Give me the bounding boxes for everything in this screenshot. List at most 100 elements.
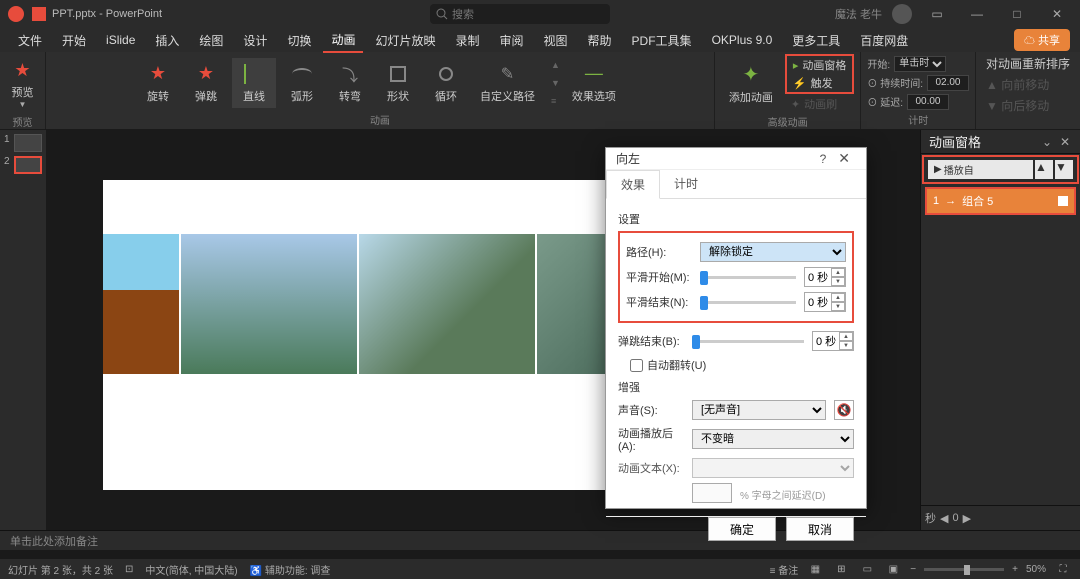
spinner-up[interactable]: ▲ [839,332,853,341]
anim-line[interactable]: 直线 [232,58,276,108]
gallery-more-icon[interactable]: ≡ [551,96,560,106]
turn-icon: ⤵ [338,62,362,86]
bounce-input[interactable] [813,335,839,347]
language-label[interactable]: 中文(简体, 中国大陆) [145,562,237,577]
smooth-end-input[interactable] [805,296,831,308]
anim-turn[interactable]: ⤵转弯 [328,58,372,108]
anim-shape[interactable]: 形状 [376,58,420,108]
menu-view[interactable]: 视图 [536,29,576,52]
sorter-view-icon[interactable]: ⊞ [832,562,850,576]
autoflip-checkbox[interactable] [630,359,643,372]
after-select[interactable]: 不变暗 [692,429,854,449]
spinner-up[interactable]: ▲ [831,293,845,302]
move-forward-button[interactable]: ▲ 向前移动 [982,75,1053,94]
menu-record[interactable]: 录制 [447,29,487,52]
timeline-right-icon[interactable]: ▶ [963,512,971,525]
maximize-button[interactable]: □ [1002,2,1032,26]
trigger-button[interactable]: ⚡触发 [787,74,853,92]
gallery-down-icon[interactable]: ▼ [551,78,560,88]
spinner-down[interactable]: ▼ [831,302,845,311]
menu-help[interactable]: 帮助 [580,29,620,52]
path-select[interactable]: 解除锁定 [700,242,846,262]
smooth-end-slider[interactable] [700,301,796,304]
add-animation-button[interactable]: ✦添加动画 [721,59,781,109]
menu-okplus[interactable]: OKPlus 9.0 [704,30,781,50]
slideshow-view-icon[interactable]: ▣ [884,562,902,576]
thumb-2[interactable]: 2 [4,156,42,174]
spinner-down[interactable]: ▼ [831,277,845,286]
minimize-button[interactable]: — [962,2,992,26]
search-box[interactable]: 搜索 [430,4,610,24]
gallery-up-icon[interactable]: ▲ [551,60,560,70]
delay-input[interactable] [907,94,949,110]
spinner-up[interactable]: ▲ [831,268,845,277]
menu-animations[interactable]: 动画 [323,28,363,53]
anim-custom-path[interactable]: ✎自定义路径 [472,58,543,108]
close-button[interactable]: ✕ [1042,2,1072,26]
menu-file[interactable]: 文件 [10,29,50,52]
ok-button[interactable]: 确定 [708,517,776,541]
menu-islide[interactable]: iSlide [98,30,143,50]
smooth-start-input[interactable] [805,271,831,283]
menu-baidu[interactable]: 百度网盘 [852,29,916,52]
start-select[interactable]: 单击时 [894,56,946,72]
menu-insert[interactable]: 插入 [147,29,187,52]
anim-next-button[interactable]: ▼ [1055,160,1073,179]
settings-section: 设置 [618,211,854,227]
smooth-start-slider[interactable] [700,276,796,279]
thumb-1[interactable]: 1 [4,134,42,152]
photo-1 [103,234,179,374]
text-delay-input [692,483,732,503]
menu-pdf[interactable]: PDF工具集 [624,29,700,52]
fit-view-icon[interactable]: ⛶ [1054,562,1072,576]
menu-more[interactable]: 更多工具 [784,29,848,52]
sound-select[interactable]: [无声音] [692,400,826,420]
effect-options-button[interactable]: —效果选项 [564,58,624,108]
duration-input[interactable] [927,75,969,91]
anim-bounce[interactable]: ★弹跳 [184,58,228,108]
dialog-close-icon[interactable]: ✕ [832,148,856,169]
notes-button[interactable]: ≡ 备注 [770,562,799,577]
anim-loop[interactable]: 循环 [424,58,468,108]
notes-placeholder: 单击此处添加备注 [10,536,98,548]
anim-panel-close-icon[interactable]: ✕ [1058,135,1072,149]
zoom-out-icon[interactable]: − [910,564,916,575]
title-bar: PPT.pptx - PowerPoint 搜索 魔法 老牛 ▭ — □ ✕ [0,0,1080,28]
anim-spin[interactable]: ★旋转 [136,58,180,108]
normal-view-icon[interactable]: ▦ [806,562,824,576]
zoom-in-icon[interactable]: + [1012,564,1018,575]
zoom-level[interactable]: 50% [1026,564,1046,575]
tab-timing[interactable]: 计时 [660,170,712,198]
reading-view-icon[interactable]: ▭ [858,562,876,576]
menu-design[interactable]: 设计 [235,29,275,52]
dialog-help-icon[interactable]: ? [814,150,833,168]
menu-transitions[interactable]: 切换 [279,29,319,52]
share-button[interactable]: ☁ 共享 [1014,29,1070,51]
spinner-down[interactable]: ▼ [839,341,853,350]
menu-review[interactable]: 审阅 [492,29,532,52]
accessibility-label[interactable]: ♿ 辅助功能: 调查 [250,562,331,577]
anim-list-item[interactable]: 1 → 组合 5 [925,187,1076,215]
animation-painter-button[interactable]: ✦动画刷 [785,95,855,113]
anim-prev-button[interactable]: ▲ [1035,160,1053,179]
bounce-slider[interactable] [692,340,804,343]
animation-pane-button[interactable]: ▸动画窗格 [787,56,853,74]
menu-draw[interactable]: 绘图 [191,29,231,52]
tab-effect[interactable]: 效果 [606,170,660,199]
notes-bar[interactable]: 单击此处添加备注 [0,530,1080,550]
preview-button[interactable]: ★ 预览 ▼ [1,54,45,113]
anim-panel-dropdown-icon[interactable]: ⌄ [1040,135,1054,149]
volume-icon[interactable]: 🔇 [834,400,854,420]
anim-arc[interactable]: 弧形 [280,58,324,108]
timeline-left-icon[interactable]: ◀ [940,512,948,525]
move-backward-button[interactable]: ▼ 向后移动 [982,96,1053,115]
cancel-button[interactable]: 取消 [786,517,854,541]
photo-2 [181,234,357,374]
ribbon-toggle-icon[interactable]: ▭ [922,2,952,26]
zoom-slider[interactable] [924,568,1004,571]
play-from-button[interactable]: ▶ 播放自 [928,160,1033,179]
avatar[interactable] [892,4,912,24]
menu-slideshow[interactable]: 幻灯片放映 [367,29,443,52]
dialog-titlebar[interactable]: 向左 ? ✕ [606,148,866,170]
menu-home[interactable]: 开始 [54,29,94,52]
